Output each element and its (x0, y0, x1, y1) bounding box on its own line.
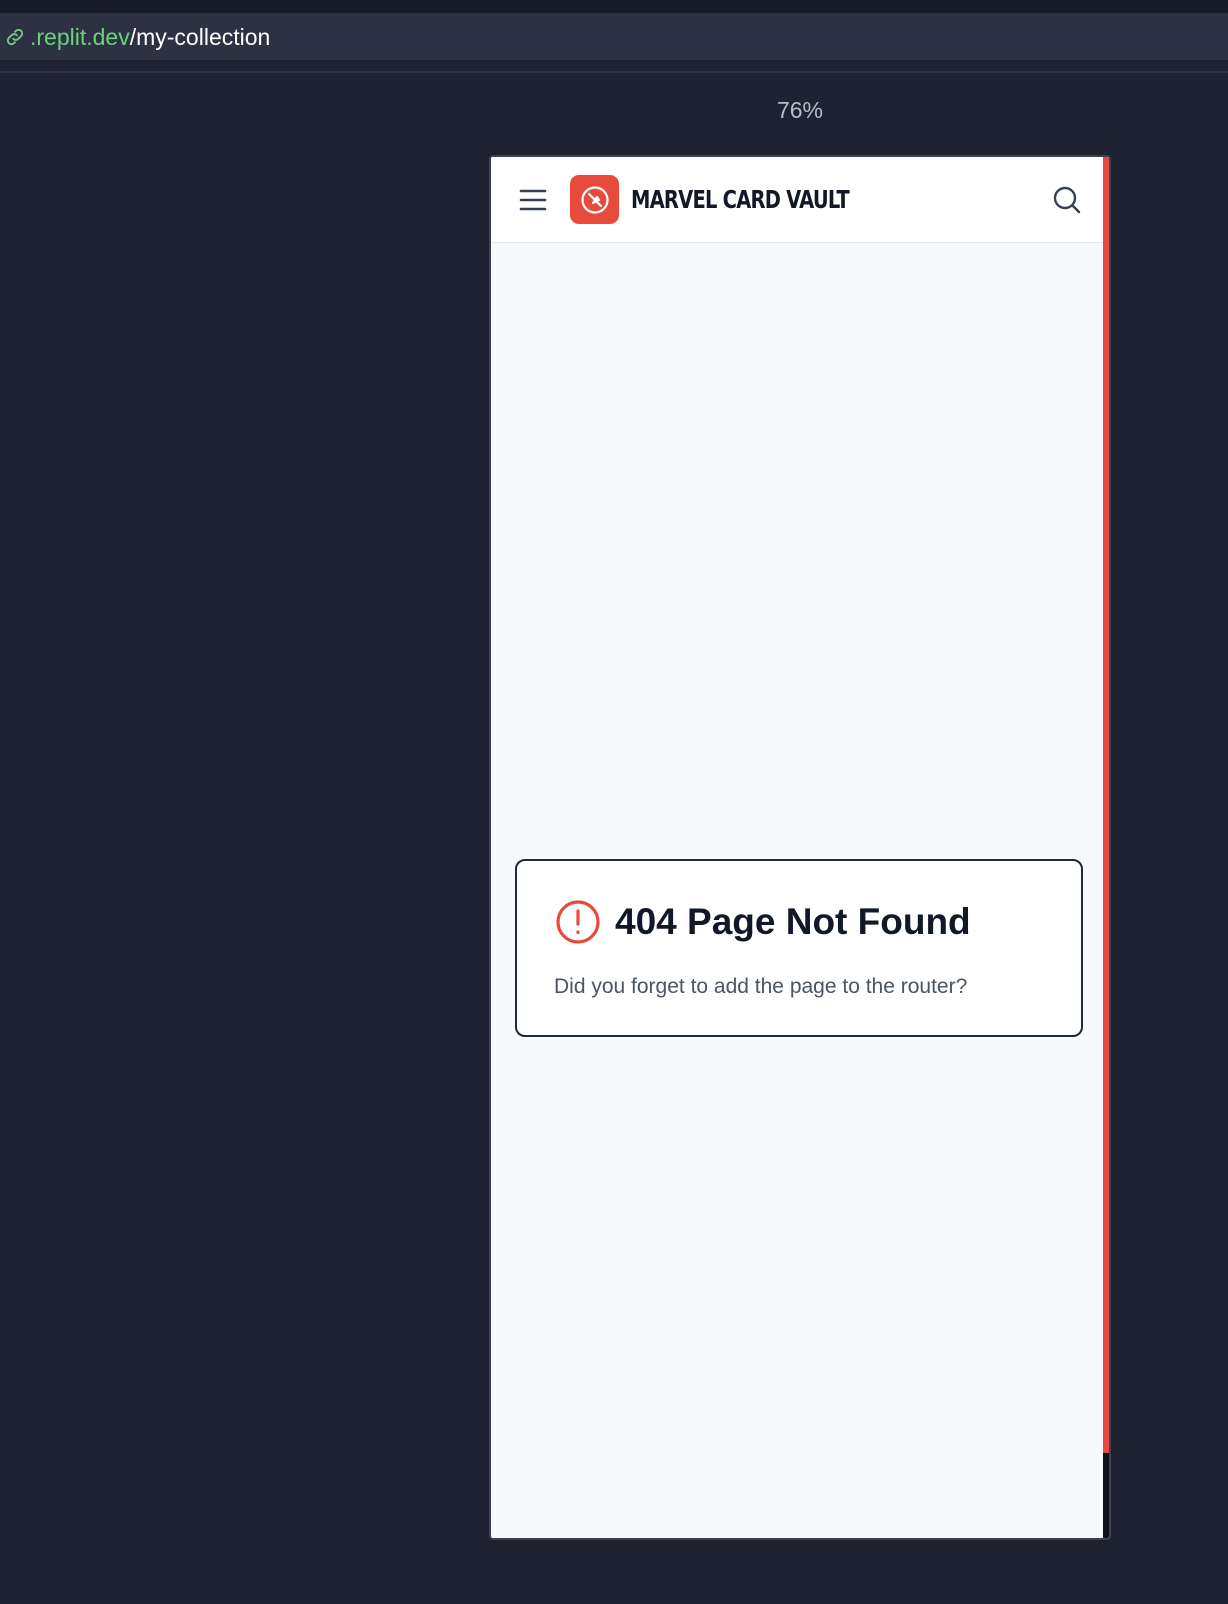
scrollbar-end (1103, 1453, 1109, 1538)
url-host: .replit.dev (30, 23, 130, 50)
browser-tab-strip (0, 0, 1228, 14)
link-icon (6, 28, 24, 46)
shield-logo-icon (580, 185, 609, 214)
url-path: /my-collection (129, 23, 271, 50)
error-description: Did you forget to add the page to the ro… (554, 975, 968, 998)
logo[interactable] (570, 175, 619, 224)
scrollbar-accent (1103, 157, 1109, 1453)
search-icon (1053, 186, 1081, 214)
address-bar[interactable]: .replit.dev/my-collection (0, 14, 1228, 60)
divider (0, 71, 1228, 73)
brand-title[interactable]: MARVEL CARD VAULT (631, 179, 850, 221)
alert-circle-icon (556, 900, 600, 944)
menu-button[interactable] (518, 185, 548, 215)
hamburger-menu-icon (519, 189, 547, 211)
not-found-card: 404 Page Not Found Did you forget to add… (515, 859, 1083, 1037)
error-title: 404 Page Not Found (615, 901, 971, 942)
zoom-level[interactable]: 76% (760, 96, 840, 124)
mobile-preview-frame: MARVEL CARD VAULT 404 Page Not Found Did… (489, 155, 1111, 1540)
app-header: MARVEL CARD VAULT (491, 157, 1107, 243)
search-button[interactable] (1051, 184, 1083, 216)
